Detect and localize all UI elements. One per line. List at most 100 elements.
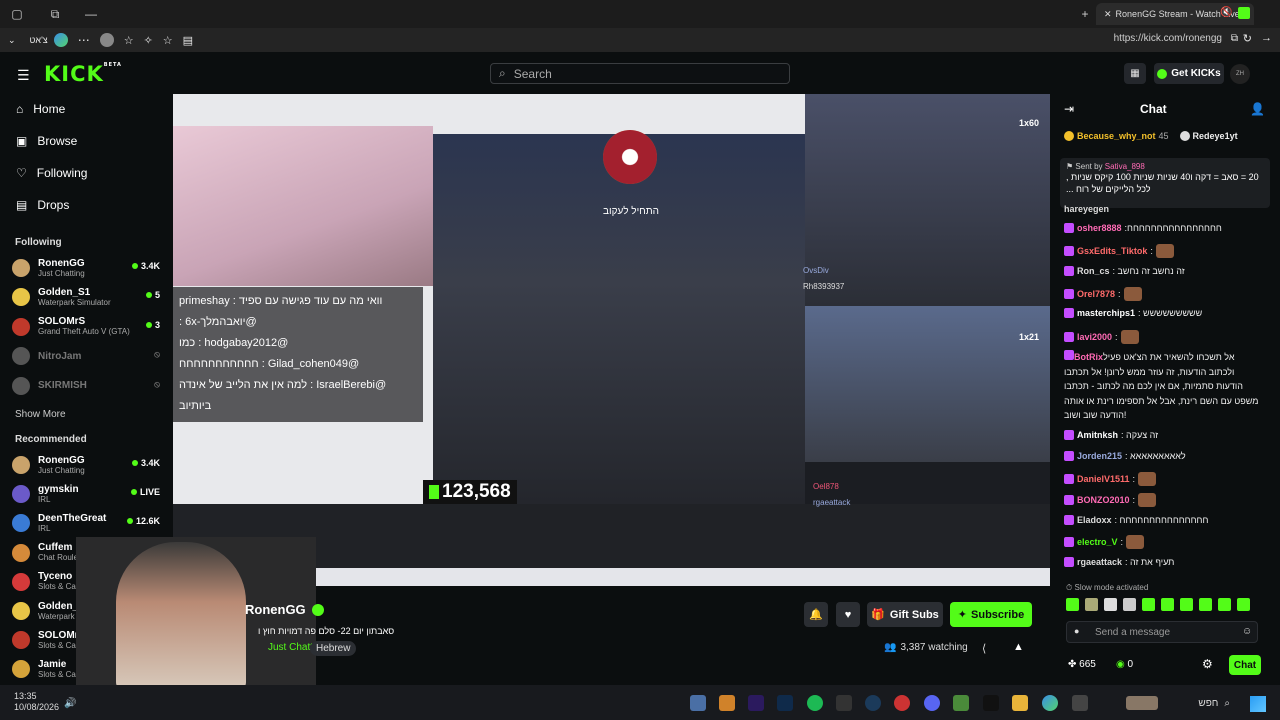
start-button-icon[interactable]: [1250, 696, 1266, 712]
notification-bell-button[interactable]: 🔔: [804, 602, 828, 627]
stream-tag[interactable]: Hebrew: [310, 641, 357, 656]
photoshop-icon[interactable]: [777, 695, 793, 711]
following-channel[interactable]: SOLOMrS Grand Theft Auto V (GTA) 3: [12, 314, 164, 340]
report-icon[interactable]: ▲: [1013, 641, 1024, 653]
emote-icon[interactable]: [1142, 598, 1155, 611]
kicks-balance[interactable]: ✤ 665: [1068, 659, 1096, 670]
chat-settings-toggle-icon[interactable]: ●: [1074, 626, 1079, 636]
tab-mute-icon[interactable]: 🔇: [1220, 7, 1232, 18]
hamburger-menu-icon[interactable]: ☰: [17, 67, 30, 84]
spotify-icon[interactable]: [807, 695, 823, 711]
nav-drops[interactable]: ▤ Drops: [16, 198, 69, 212]
dropdown-icon[interactable]: ⌄: [8, 35, 16, 46]
follow-heart-button[interactable]: ♥: [836, 602, 860, 627]
chat-username[interactable]: rgaeattack: [1077, 557, 1122, 567]
get-kicks-button[interactable]: Get KICKs: [1154, 63, 1224, 84]
subscribe-button[interactable]: ✦ Subscribe: [950, 602, 1032, 627]
chat-username[interactable]: DanielV1511: [1077, 474, 1130, 484]
kick-logo[interactable]: KICKBETA: [44, 62, 122, 86]
following-channel[interactable]: NitroJam ⦸: [12, 343, 164, 369]
chat-username[interactable]: GsxEdits_Tiktok: [1077, 246, 1147, 256]
premiere-icon[interactable]: [748, 695, 764, 711]
following-channel[interactable]: RonenGG Just Chatting 3.4K: [12, 255, 164, 281]
emote-icon[interactable]: [1104, 598, 1117, 611]
emote-icon[interactable]: [1066, 598, 1079, 611]
nav-following[interactable]: ♡ Following: [16, 166, 87, 180]
chat-username[interactable]: BONZO2010: [1077, 495, 1130, 505]
emote-icon[interactable]: [1123, 598, 1136, 611]
emote-icon[interactable]: [1085, 598, 1098, 611]
gift-subs-button[interactable]: 🎁 Gift Subs: [867, 602, 943, 627]
file-explorer-icon[interactable]: [1012, 695, 1028, 711]
extensions-icon[interactable]: ✧: [144, 34, 153, 47]
app-icon[interactable]: [953, 695, 969, 711]
taskbar-search[interactable]: חפש ⌕: [1100, 694, 1230, 712]
discord-icon[interactable]: [924, 695, 940, 711]
new-tab-icon[interactable]: +: [1074, 3, 1096, 25]
profile-icon[interactable]: [99, 33, 114, 47]
chat-username[interactable]: electro_V: [1077, 537, 1118, 547]
emote-icon[interactable]: [1237, 598, 1250, 611]
send-chat-button[interactable]: Chat: [1229, 655, 1261, 675]
chat-input[interactable]: Send a message: [1066, 621, 1258, 643]
chat-username[interactable]: Eladoxx: [1077, 515, 1112, 525]
top-user-name[interactable]: Because_why_not: [1077, 131, 1156, 141]
user-avatar[interactable]: ZH: [1230, 64, 1250, 84]
following-channel[interactable]: SKIRMISH ⦸: [12, 373, 164, 399]
video-player[interactable]: התחיל לעקוב וואי מה עם עוד פגישה עם ספיד…: [173, 94, 1050, 586]
copy-url-icon[interactable]: ⧉: [1231, 33, 1238, 44]
tab-actions-icon[interactable]: ⧉: [44, 3, 66, 25]
url-text[interactable]: https://kick.com/ronengg: [1114, 33, 1222, 44]
app-icon[interactable]: [719, 695, 735, 711]
tab-close-icon[interactable]: ✕: [1104, 9, 1112, 20]
pinned-message[interactable]: ⚑ Sent by Sativa_898 20 = סאב = דקה ו40 …: [1060, 158, 1270, 208]
emote-icon[interactable]: [1180, 598, 1193, 611]
emote-icon[interactable]: [1218, 598, 1231, 611]
recommended-channel[interactable]: gymskin IRL LIVE: [12, 481, 164, 507]
emote-icon[interactable]: [1161, 598, 1174, 611]
chat-username[interactable]: osher8888: [1077, 223, 1122, 233]
tiktok-icon[interactable]: [983, 695, 999, 711]
top-user-name[interactable]: Redeye1yt: [1193, 131, 1238, 141]
star-icon[interactable]: ☆: [163, 34, 173, 47]
window-menu-icon[interactable]: ▢: [6, 3, 28, 25]
chat-username[interactable]: Ron_cs: [1077, 266, 1110, 276]
collapse-chat-icon[interactable]: ⇥: [1064, 102, 1074, 116]
following-channel[interactable]: Golden_S1 Waterpark Simulator 5: [12, 284, 164, 310]
chat-username[interactable]: Orel7878: [1077, 289, 1115, 299]
steam-icon[interactable]: [865, 695, 881, 711]
nav-browse[interactable]: ▣ Browse: [16, 134, 77, 148]
chat-username[interactable]: Amitnksh: [1077, 430, 1118, 440]
epic-games-icon[interactable]: [836, 695, 852, 711]
share-icon[interactable]: ⟨: [982, 642, 986, 655]
nav-home[interactable]: ⌂ Home: [16, 102, 65, 116]
emote-icon[interactable]: [1199, 598, 1212, 611]
favorites-icon[interactable]: ☆: [124, 34, 134, 47]
recommended-channel[interactable]: DeenTheGreat IRL 12.6K: [12, 510, 164, 536]
streamer-name[interactable]: RonenGG: [245, 602, 324, 617]
channel-points[interactable]: ◉ 0: [1116, 659, 1133, 670]
collections-icon[interactable]: ▤: [183, 34, 193, 47]
search-input[interactable]: ⌕ Search: [490, 63, 790, 84]
task-view-icon[interactable]: [1072, 695, 1088, 711]
chat-settings-icon[interactable]: ⚙: [1202, 657, 1213, 671]
calculator-icon[interactable]: [690, 695, 706, 711]
show-more-link[interactable]: Show More: [15, 409, 66, 420]
app-icon[interactable]: [894, 695, 910, 711]
more-icon[interactable]: ⋯: [78, 33, 90, 47]
library-icon[interactable]: ▦: [1124, 63, 1146, 84]
chat-username[interactable]: Jorden215: [1077, 451, 1122, 461]
minimize-icon[interactable]: —: [80, 3, 102, 25]
recommended-channel[interactable]: RonenGG Just Chatting 3.4K: [12, 452, 164, 478]
chat-username[interactable]: BotRix: [1074, 352, 1103, 362]
chat-username[interactable]: masterchips1: [1077, 308, 1135, 318]
back-icon[interactable]: →: [1261, 32, 1272, 44]
refresh-icon[interactable]: ↻: [1243, 32, 1252, 45]
edge-icon[interactable]: [1042, 695, 1058, 711]
taskbar-clock[interactable]: 13:35 10/08/2026: [14, 691, 59, 713]
volume-icon[interactable]: 🔊: [64, 698, 76, 709]
emoji-icon[interactable]: ☺: [1242, 626, 1252, 637]
chat-username[interactable]: hareyegen: [1064, 204, 1109, 214]
chat-users-icon[interactable]: 👤: [1250, 102, 1265, 116]
chat-username[interactable]: lavi2000: [1077, 332, 1112, 342]
